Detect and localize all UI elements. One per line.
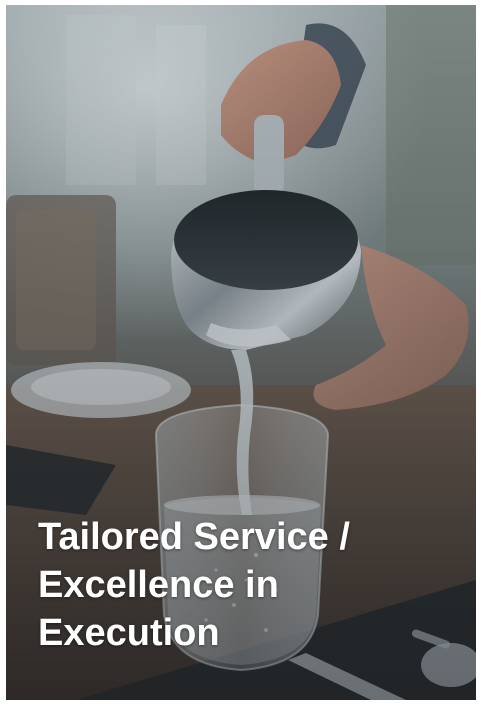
caption-line-3: Execution (38, 612, 220, 654)
service-card[interactable]: Tailored Service / Excellence in Executi… (6, 5, 476, 700)
caption-line-2: Excellence in (38, 564, 279, 606)
card-caption: Tailored Service / Excellence in Executi… (38, 513, 458, 657)
caption-line-1: Tailored Service / (38, 516, 350, 558)
